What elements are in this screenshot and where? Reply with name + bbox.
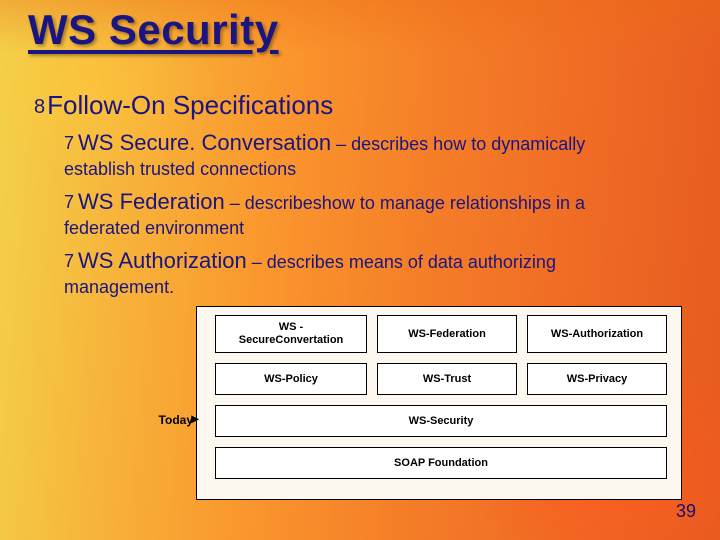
diagram-cell: WS-Policy — [215, 363, 367, 395]
slide: WS Security 8Follow-On Specifications 7W… — [0, 0, 720, 540]
diagram-cell: WS-Security — [215, 405, 667, 437]
page-title: WS Security — [28, 6, 279, 54]
section-heading: 8Follow-On Specifications — [34, 90, 696, 121]
item-dash: – — [225, 193, 245, 213]
list-item: 7WS Authorization – describes means of d… — [64, 247, 696, 275]
diagram-cell: SOAP Foundation — [215, 447, 667, 479]
bullet-icon: 7 — [64, 191, 74, 214]
diagram-cell: WS-Privacy — [527, 363, 667, 395]
body: 8Follow-On Specifications 7WS Secure. Co… — [34, 90, 696, 306]
diagram-cell: WS - SecureConvertation — [215, 315, 367, 353]
item-desc-cont: federated environment — [64, 218, 696, 240]
item-term: WS Authorization — [78, 248, 247, 273]
page-number: 39 — [676, 501, 696, 522]
item-term: WS Secure. Conversation — [78, 130, 331, 155]
item-desc: describes how to dynamically — [351, 134, 585, 154]
item-desc-cont: establish trusted connections — [64, 159, 696, 181]
diagram-cell: WS-Authorization — [527, 315, 667, 353]
item-term: WS Federation — [78, 189, 225, 214]
bullet-icon: 7 — [64, 132, 74, 155]
list-item: 7WS Secure. Conversation – describes how… — [64, 129, 696, 157]
item-desc: describes means of data authorizing — [267, 252, 556, 272]
bullet-icon: 7 — [64, 250, 74, 273]
diagram-cell: WS-Federation — [377, 315, 517, 353]
arrow-icon: ▸ — [189, 413, 201, 423]
list-item: 7WS Federation – describeshow to manage … — [64, 188, 696, 216]
item-desc: describeshow to manage relationships in … — [245, 193, 585, 213]
item-desc-cont: management. — [64, 277, 696, 299]
section-text: Follow-On Specifications — [47, 90, 333, 120]
architecture-diagram: Today ▸ WS - SecureConvertation WS-Feder… — [196, 306, 682, 500]
diagram-today-label: Today — [133, 413, 193, 427]
item-dash: – — [331, 134, 351, 154]
item-dash: – — [247, 252, 267, 272]
diagram-cell: WS-Trust — [377, 363, 517, 395]
bullet-icon: 8 — [34, 96, 45, 119]
